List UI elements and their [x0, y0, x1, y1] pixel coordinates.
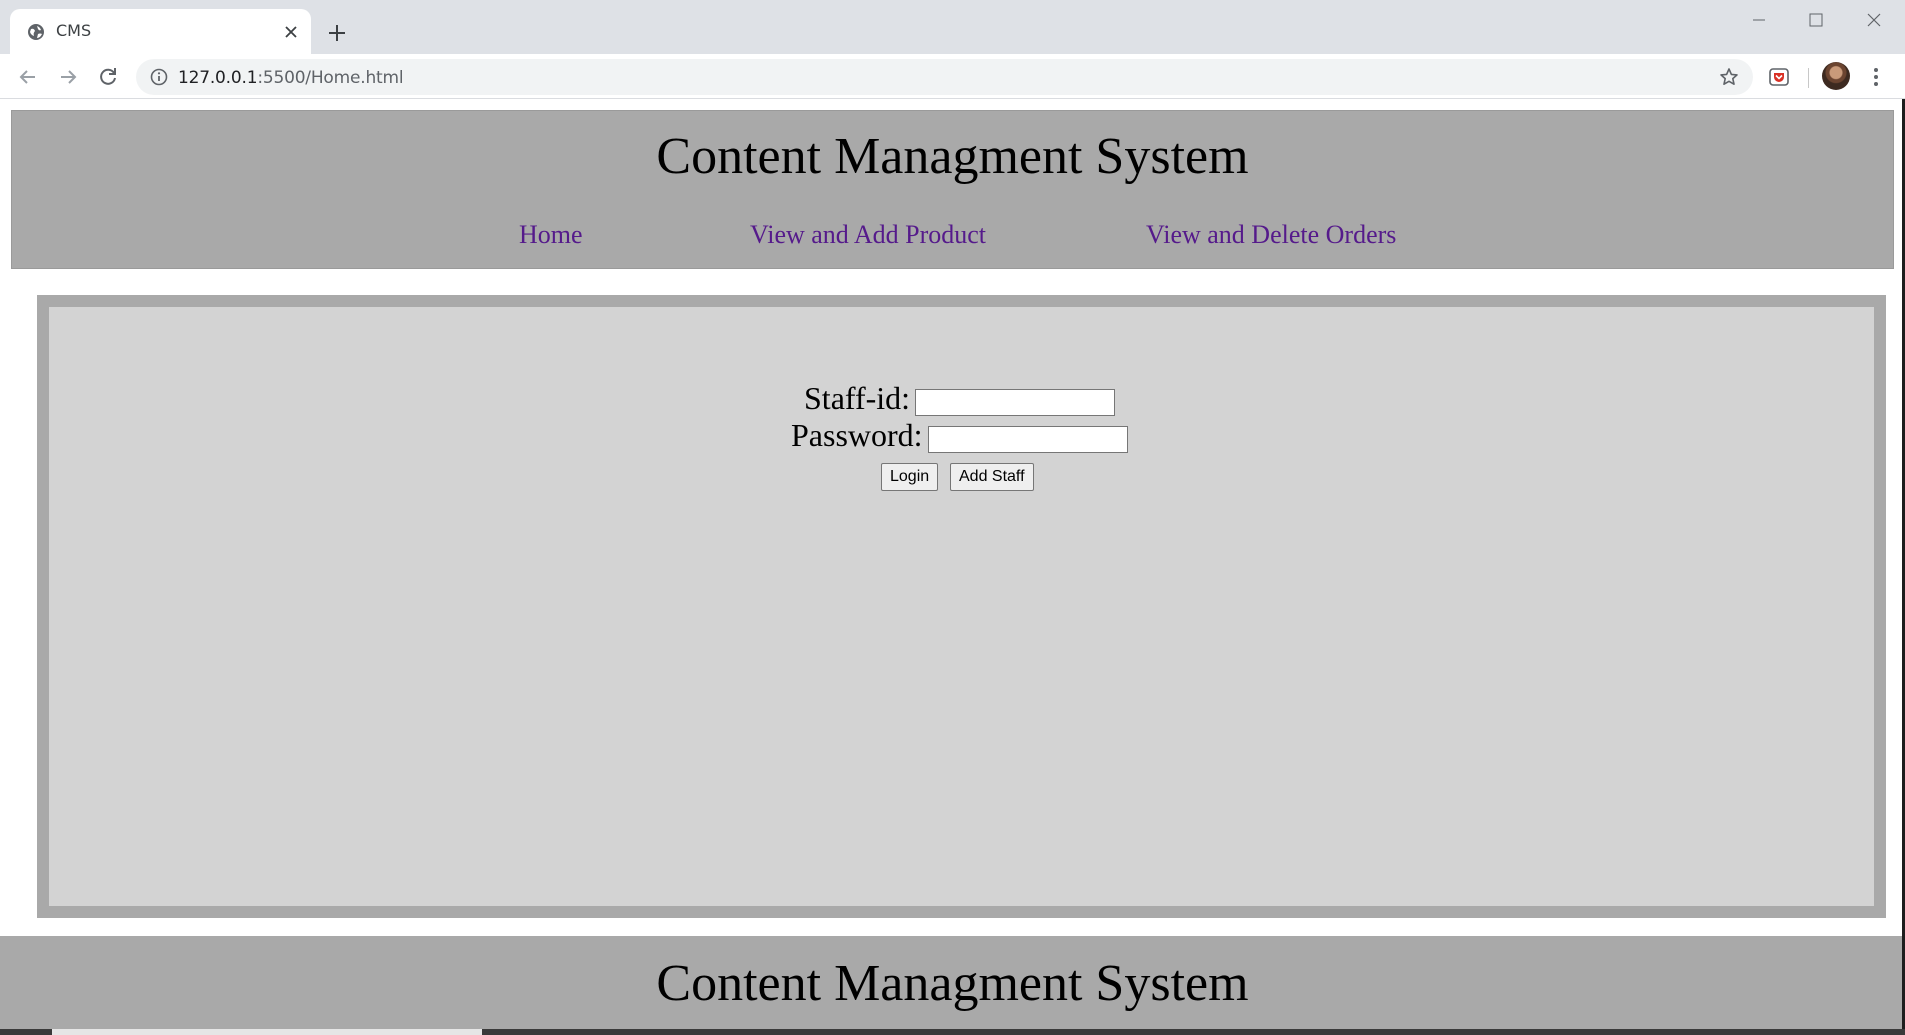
site-header: Content Managment System Home View and A…: [11, 110, 1894, 269]
pocket-extension-icon[interactable]: [1767, 65, 1791, 89]
site-footer: Content Managment System: [0, 936, 1905, 1035]
browser-tab[interactable]: CMS: [10, 9, 311, 54]
toolbar-separator: [1808, 68, 1809, 88]
bookmark-star-icon[interactable]: [1719, 67, 1739, 87]
tab-title: CMS: [56, 21, 92, 40]
login-button[interactable]: Login: [881, 463, 939, 491]
nav-link-view-add-product[interactable]: View and Add Product: [750, 220, 986, 250]
taskbar-active-item[interactable]: [52, 1029, 482, 1035]
forward-icon[interactable]: [56, 65, 80, 89]
site-title: Content Managment System: [656, 128, 1249, 185]
url-text: 127.0.0.1:5500/Home.html: [178, 68, 404, 88]
browser-toolbar: 127.0.0.1:5500/Home.html: [0, 54, 1905, 99]
info-icon[interactable]: [150, 68, 168, 86]
staff-id-label: Staff-id:: [804, 380, 911, 416]
taskbar-strip: [0, 1029, 1905, 1035]
main-content-frame: Staff-id: Password: Login Add Staff: [37, 295, 1886, 918]
minimize-icon[interactable]: [1746, 10, 1772, 30]
address-bar[interactable]: 127.0.0.1:5500/Home.html: [136, 59, 1753, 95]
maximize-icon[interactable]: [1803, 10, 1829, 30]
add-staff-button[interactable]: Add Staff: [950, 463, 1034, 491]
close-tab-icon[interactable]: [282, 23, 300, 41]
login-panel: Staff-id: Password: Login Add Staff: [49, 307, 1874, 906]
back-icon[interactable]: [16, 65, 40, 89]
page-viewport: Content Managment System Home View and A…: [0, 99, 1905, 1035]
nav-link-home[interactable]: Home: [519, 220, 583, 250]
password-label: Password:: [791, 417, 923, 453]
new-tab-icon[interactable]: [326, 22, 348, 44]
footer-title: Content Managment System: [656, 955, 1249, 1012]
browser-tab-strip: CMS: [0, 0, 1905, 54]
globe-icon: [28, 24, 44, 40]
staff-id-input[interactable]: [915, 389, 1115, 416]
reload-icon[interactable]: [96, 65, 120, 89]
more-menu-icon[interactable]: [1868, 65, 1884, 89]
password-input[interactable]: [928, 426, 1128, 453]
window-close-icon[interactable]: [1861, 10, 1887, 30]
profile-avatar[interactable]: [1822, 62, 1850, 90]
nav-link-view-delete-orders[interactable]: View and Delete Orders: [1146, 220, 1396, 250]
